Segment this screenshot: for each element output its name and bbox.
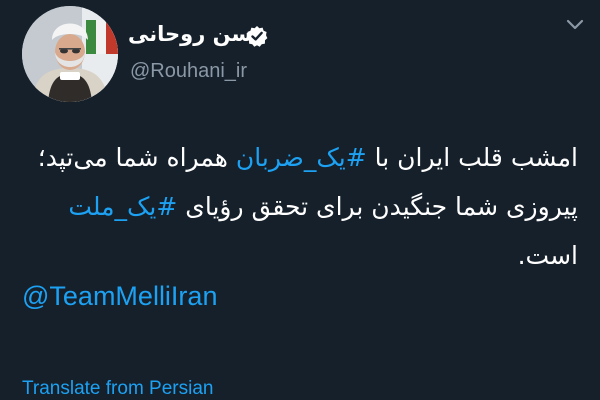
translate-link[interactable]: Translate from Persian: [22, 378, 213, 400]
hashtag-link[interactable]: #یک_ضربان: [236, 143, 367, 172]
avatar[interactable]: [22, 6, 118, 102]
tweet-text: امشب قلب ایران با #یک_ضربان همراه شما می…: [18, 133, 578, 280]
verified-badge-icon: [246, 25, 268, 47]
tweet-text-segment: امشب قلب ایران با: [366, 143, 578, 172]
tweet-line: امشب قلب ایران با #یک_ضربان همراه شما می…: [18, 133, 578, 182]
tweet-card: حسن روحانی @Rouhani_ir امشب قلب ایران با…: [0, 0, 600, 400]
author-handle[interactable]: @Rouhani_ir: [130, 60, 247, 83]
tweet-line: است.: [18, 231, 578, 280]
tweet-text-segment: پیروزی شما جنگیدن برای تحقق رؤیای: [177, 192, 578, 221]
mention-link[interactable]: @TeamMelliIran: [22, 281, 217, 312]
tweet-text-segment: است.: [517, 241, 578, 270]
tweet-text-segment: همراه شما می‌تپد؛: [37, 143, 236, 172]
chevron-down-icon[interactable]: [564, 14, 586, 36]
tweet-line: پیروزی شما جنگیدن برای تحقق رؤیای #یک_مل…: [18, 182, 578, 231]
hashtag-link[interactable]: #یک_ملت: [68, 192, 177, 221]
